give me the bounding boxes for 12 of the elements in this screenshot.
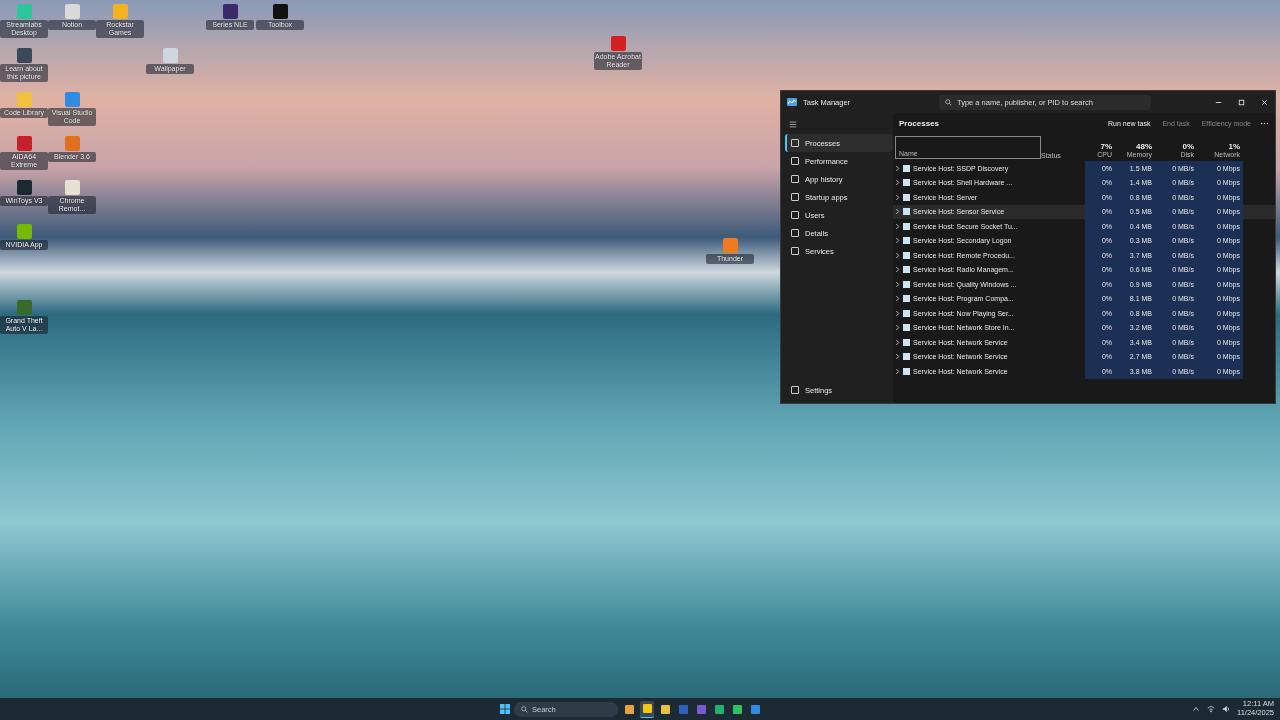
close-icon[interactable] xyxy=(1260,97,1269,107)
search-icon xyxy=(945,98,952,106)
menu-icon[interactable] xyxy=(789,121,797,128)
start-icon[interactable] xyxy=(500,704,510,714)
wifi-icon[interactable] xyxy=(1207,705,1215,713)
tray-chevron-icon[interactable] xyxy=(1192,705,1200,713)
task-manager-icon xyxy=(787,98,797,106)
speaker-icon[interactable] xyxy=(1222,705,1230,713)
page-title: Processes xyxy=(899,118,940,128)
maximize-icon[interactable] xyxy=(1237,97,1246,107)
taskbar-app-icon[interactable] xyxy=(640,700,654,718)
search-icon xyxy=(521,705,528,713)
